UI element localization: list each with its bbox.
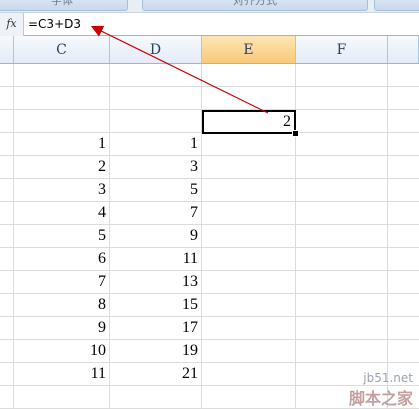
annotation-arrow <box>90 25 269 114</box>
annotation-arrow-line <box>90 25 269 114</box>
watermark: jb51.net 脚本之家 <box>349 371 413 409</box>
watermark-domain: jb51.net <box>363 371 413 385</box>
watermark-site-name: 脚本之家 <box>348 389 413 408</box>
